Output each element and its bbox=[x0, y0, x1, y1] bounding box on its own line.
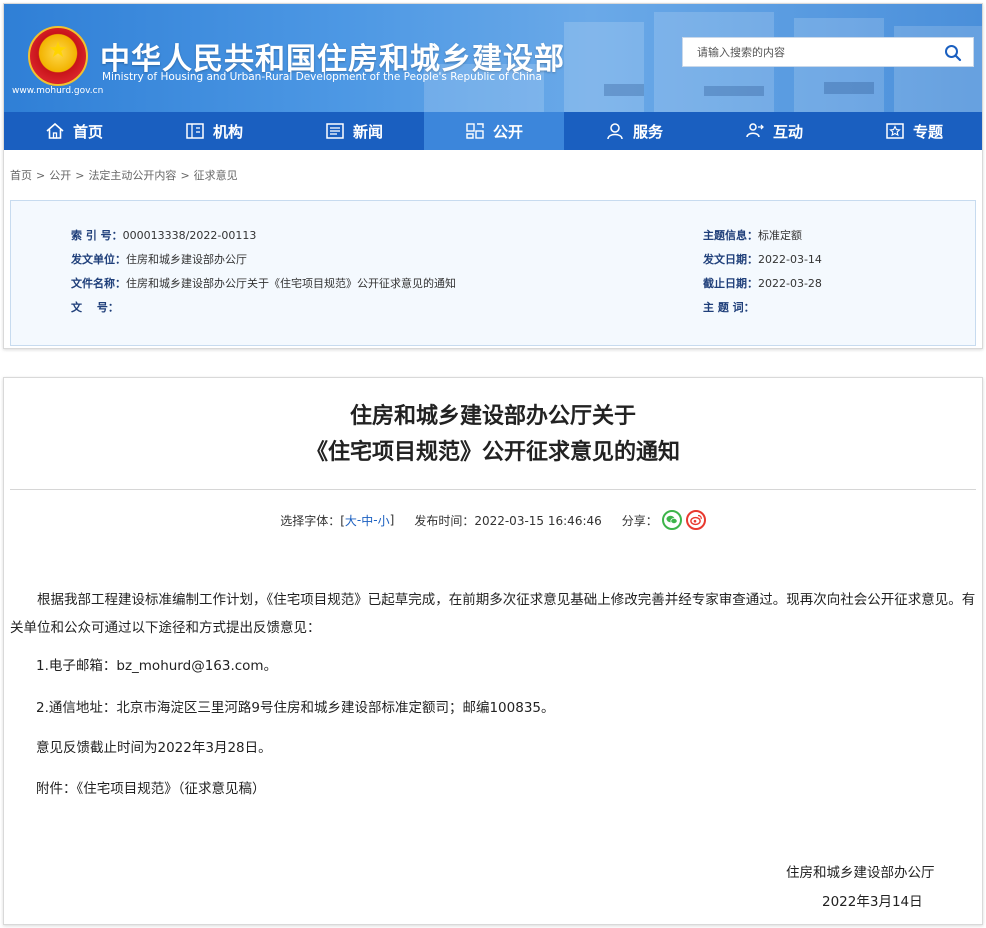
interact-icon bbox=[746, 123, 764, 138]
nav-item-news[interactable]: 新闻 bbox=[284, 112, 424, 150]
home-icon bbox=[46, 122, 64, 139]
article-title-line2: 《住宅项目规范》公开征求意见的通知 bbox=[305, 440, 680, 465]
info-docname: 文件名称：住房和城乡建设部办公厅关于《住宅项目规范》公开征求意见的通知 bbox=[71, 277, 456, 290]
service-icon bbox=[607, 123, 623, 140]
info-date: 发文日期：2022-03-14 bbox=[703, 253, 822, 266]
info-topic: 主题信息：标准定额 bbox=[703, 229, 802, 242]
nav-label: 新闻 bbox=[352, 122, 383, 141]
info-issuer: 发文单位：住房和城乡建设部办公厅 bbox=[71, 253, 247, 266]
national-emblem-icon bbox=[28, 26, 88, 86]
main-nav: 首页 机构 新闻 公开 服务 互动 专题 bbox=[4, 112, 982, 150]
news-icon bbox=[326, 123, 344, 139]
topic-icon bbox=[886, 123, 904, 139]
nav-label: 机构 bbox=[212, 122, 243, 141]
font-size-large[interactable]: 大 bbox=[345, 512, 357, 529]
info-keywords: 主 题 词： bbox=[703, 301, 755, 314]
header-banner: www.mohurd.gov.cn 中华人民共和国住房和城乡建设部 Minist… bbox=[4, 4, 982, 112]
breadcrumb-home[interactable]: 首页 bbox=[10, 169, 32, 182]
nav-label: 首页 bbox=[72, 122, 103, 141]
search-icon[interactable] bbox=[943, 43, 963, 63]
nav-label: 互动 bbox=[772, 122, 803, 141]
search-input[interactable] bbox=[683, 38, 933, 66]
site-url[interactable]: www.mohurd.gov.cn bbox=[12, 86, 103, 96]
info-docno: 文 号： bbox=[71, 301, 119, 314]
nav-item-institutions[interactable]: 机构 bbox=[144, 112, 284, 150]
site-title-english: Ministry of Housing and Urban-Rural Deve… bbox=[102, 71, 542, 83]
signature-org: 住房和城乡建设部办公厅 bbox=[786, 865, 935, 881]
nav-label: 专题 bbox=[912, 122, 943, 141]
nav-item-interact[interactable]: 互动 bbox=[704, 112, 844, 150]
header-card: www.mohurd.gov.cn 中华人民共和国住房和城乡建设部 Minist… bbox=[3, 3, 983, 349]
nav-label: 服务 bbox=[632, 122, 663, 141]
nav-item-public[interactable]: 公开 bbox=[424, 112, 564, 150]
font-size-medium[interactable]: 中 bbox=[361, 512, 373, 529]
article-attachment-link[interactable]: 附件：《住宅项目规范》（征求意见稿） bbox=[36, 775, 976, 803]
breadcrumb: 首页 > 公开 > 法定主动公开内容 > 征求意见 bbox=[10, 169, 238, 182]
weibo-share-icon[interactable] bbox=[685, 510, 706, 530]
article-title-line1: 住房和城乡建设部办公厅关于 bbox=[349, 404, 636, 429]
breadcrumb-current[interactable]: 征求意见 bbox=[194, 169, 238, 182]
article-deadline: 意见反馈截止时间为2022年3月28日。 bbox=[36, 740, 272, 756]
breadcrumb-statutory[interactable]: 法定主动公开内容 bbox=[88, 169, 176, 182]
article-meta: 选择字体：[大 - 中 - 小] 发布时间：2022-03-15 16:46:4… bbox=[4, 510, 982, 530]
share-label: 分享： bbox=[621, 513, 658, 528]
wechat-share-icon[interactable] bbox=[661, 510, 682, 530]
search-box bbox=[682, 37, 974, 67]
title-divider bbox=[10, 489, 976, 490]
signature-date: 2022年3月14日 bbox=[822, 894, 923, 910]
article-paragraph-1: 根据我部工程建设标准编制工作计划，《住宅项目规范》已起草完成，在前期多次征求意见… bbox=[10, 592, 976, 636]
font-size-label: 选择字体：[ bbox=[280, 513, 345, 528]
nav-item-topic[interactable]: 专题 bbox=[844, 112, 984, 150]
font-size-small[interactable]: 小 bbox=[378, 512, 390, 529]
nav-label: 公开 bbox=[492, 122, 523, 141]
info-index: 索 引 号：000013338/2022-00113 bbox=[71, 229, 257, 242]
nav-item-home[interactable]: 首页 bbox=[4, 112, 144, 150]
document-info-box: 索 引 号：000013338/2022-00113 主题信息：标准定额 发文单… bbox=[10, 200, 976, 346]
article-item-email: 1.电子邮箱：bz_mohurd@163.com。 bbox=[36, 658, 278, 674]
article-item-address: 2.通信地址：北京市海淀区三里河路9号住房和城乡建设部标准定额司；邮编10083… bbox=[36, 700, 555, 716]
info-deadline: 截止日期：2022-03-28 bbox=[703, 277, 822, 290]
nav-item-service[interactable]: 服务 bbox=[564, 112, 704, 150]
publish-time: 发布时间：2022-03-15 16:46:46 bbox=[414, 513, 602, 528]
breadcrumb-public[interactable]: 公开 bbox=[49, 169, 71, 182]
building-icon bbox=[186, 123, 204, 139]
article-card: 住房和城乡建设部办公厅关于 《住宅项目规范》公开征求意见的通知 选择字体：[大 … bbox=[3, 377, 983, 925]
public-icon bbox=[466, 123, 484, 139]
